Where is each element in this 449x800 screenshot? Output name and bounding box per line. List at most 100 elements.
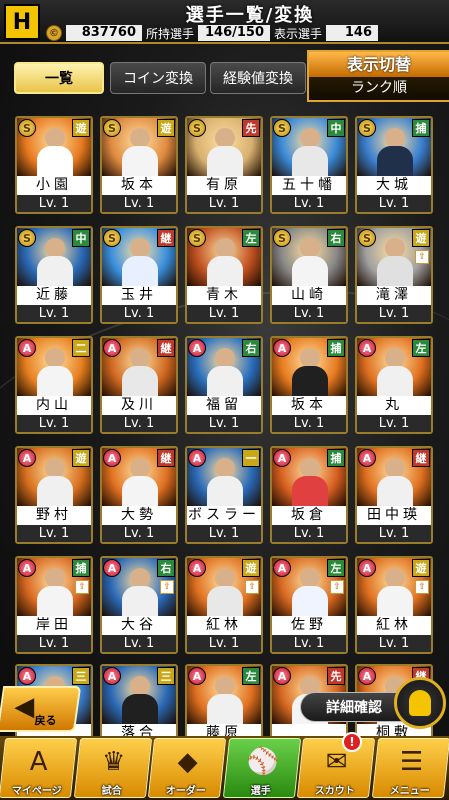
player-card[interactable]: S 先有原 Lv. 1 <box>185 116 263 214</box>
player-name: 紅林 <box>357 616 431 635</box>
player-card[interactable]: S 中近藤 Lv. 1 <box>15 226 93 324</box>
detail-check-label[interactable]: 詳細確認 <box>300 692 408 722</box>
rank-badge: A <box>273 559 291 577</box>
position-badge: 遊 <box>412 559 430 577</box>
player-name: 坂本 <box>272 396 346 415</box>
player-name: 小園 <box>17 176 91 195</box>
player-card[interactable]: S 右山崎 Lv. 1 <box>270 226 348 324</box>
player-level: Lv. 1 <box>272 195 346 212</box>
tab-list[interactable]: 一覧 <box>14 62 104 94</box>
player-level: Lv. 1 <box>17 195 91 212</box>
player-card[interactable]: A 遊 ⇧ 紅林 Lv. 1 <box>185 556 263 654</box>
player-card[interactable]: S 遊小園 Lv. 1 <box>15 116 93 214</box>
player-name: 丸 <box>357 396 431 415</box>
position-badge: 捕 <box>327 339 345 357</box>
player-name: 佐野 <box>272 616 346 635</box>
position-badge: 遊 <box>72 449 90 467</box>
player-level: Lv. 1 <box>272 415 346 432</box>
position-badge: 左 <box>412 339 430 357</box>
rank-badge: S <box>18 229 36 247</box>
detail-check-button[interactable] <box>394 677 446 729</box>
nav-label: マイページ <box>11 786 62 797</box>
player-name: 田中瑛 <box>357 506 431 525</box>
nav-field[interactable]: ◆ オーダー <box>147 738 227 798</box>
player-card[interactable]: A 二内山 Lv. 1 <box>15 336 93 434</box>
player-card[interactable]: A 捕坂本 Lv. 1 <box>270 336 348 434</box>
position-badge: 中 <box>72 229 90 247</box>
upgrade-icon: ⇧ <box>330 580 344 594</box>
player-name: 及川 <box>102 396 176 415</box>
nav-player[interactable]: ⚾ 選手 <box>222 738 301 798</box>
player-level: Lv. 1 <box>17 415 91 432</box>
player-name: 大勢 <box>102 506 176 525</box>
player-card[interactable]: S 左青木 Lv. 1 <box>185 226 263 324</box>
tab-coin-convert[interactable]: コイン変換 <box>110 62 206 94</box>
player-card[interactable]: A 捕 ⇧ 岸田 Lv. 1 <box>15 556 93 654</box>
owned-value: 146/150 <box>198 25 271 41</box>
position-badge: 三 <box>157 667 175 685</box>
nav-label: 試合 <box>101 786 122 797</box>
player-card[interactable]: A 遊野村 Lv. 1 <box>15 446 93 544</box>
player-name: 滝澤 <box>357 286 431 305</box>
rank-badge: S <box>273 229 291 247</box>
player-card[interactable]: A 継大勢 Lv. 1 <box>100 446 178 544</box>
player-card[interactable]: S 継玉井 Lv. 1 <box>100 226 178 324</box>
rank-badge: A <box>18 667 36 685</box>
nav-menu[interactable]: ☰ メニュー <box>371 738 449 798</box>
player-card[interactable]: S 遊坂本 Lv. 1 <box>100 116 178 214</box>
player-card[interactable]: A 遊 ⇧ 紅林 Lv. 1 <box>355 556 433 654</box>
player-name: 坂本 <box>102 176 176 195</box>
rank-badge: A <box>188 449 206 467</box>
nav-label: オーダー <box>165 786 206 797</box>
position-badge: 遊 <box>72 119 90 137</box>
menu-icon: ☰ <box>399 747 423 777</box>
player-card[interactable]: S 捕大城 Lv. 1 <box>355 116 433 214</box>
player-card[interactable]: S 中五十幡 Lv. 1 <box>270 116 348 214</box>
nav-trophy[interactable]: ♛ 試合 <box>73 738 152 798</box>
player-level: Lv. 1 <box>187 195 261 212</box>
nav-scout[interactable]: ✉ スカウト <box>296 738 376 798</box>
player-card[interactable]: A 捕坂倉 Lv. 1 <box>270 446 348 544</box>
player-card[interactable]: A 右福留 Lv. 1 <box>185 336 263 434</box>
player-name: 紅林 <box>187 616 261 635</box>
player-level: Lv. 1 <box>102 525 176 542</box>
player-level: Lv. 1 <box>357 195 431 212</box>
rank-badge: A <box>188 559 206 577</box>
rank-badge: S <box>273 119 291 137</box>
rank-badge: A <box>273 667 291 685</box>
player-name: 内山 <box>17 396 91 415</box>
person-icon <box>409 690 431 716</box>
player-level: Lv. 1 <box>102 195 176 212</box>
player-card[interactable]: A 継及川 Lv. 1 <box>100 336 178 434</box>
position-badge: 三 <box>72 667 90 685</box>
back-button[interactable]: ◀ 戻る <box>0 686 82 732</box>
rank-badge: A <box>103 559 121 577</box>
sort-order-label: ランク順 <box>351 80 407 96</box>
tab-exp-convert[interactable]: 経験値変換 <box>210 62 306 94</box>
rank-badge: S <box>188 229 206 247</box>
player-level: Lv. 1 <box>187 635 261 652</box>
player-level: Lv. 1 <box>357 305 431 322</box>
player-name: 福留 <box>187 396 261 415</box>
player-card[interactable]: A 継田中瑛 Lv. 1 <box>355 446 433 544</box>
stats-bar: © 837760 所持選手 146/150 表示選手 146 <box>46 24 379 42</box>
player-card[interactable]: A 左 ⇧ 佐野 Lv. 1 <box>270 556 348 654</box>
rank-badge: A <box>358 449 376 467</box>
player-card[interactable]: A 一ボスラー Lv. 1 <box>185 446 263 544</box>
rank-badge: S <box>103 119 121 137</box>
player-level: Lv. 1 <box>102 635 176 652</box>
upgrade-icon: ⇧ <box>75 580 89 594</box>
nav-home[interactable]: A マイページ <box>0 738 78 798</box>
position-badge: 捕 <box>327 449 345 467</box>
player-card[interactable]: S 遊 ⇧ 滝澤 Lv. 1 <box>355 226 433 324</box>
player-name: 大谷 <box>102 616 176 635</box>
player-icon: ⚾ <box>245 747 279 777</box>
rank-badge: A <box>18 559 36 577</box>
display-switch-button[interactable]: 表示切替 ランク順 <box>307 50 449 102</box>
position-badge: 遊 <box>242 559 260 577</box>
position-badge: 捕 <box>72 559 90 577</box>
player-card[interactable]: A 左丸 Lv. 1 <box>355 336 433 434</box>
player-card[interactable]: A 右 ⇧ 大谷 Lv. 1 <box>100 556 178 654</box>
rank-badge: S <box>358 119 376 137</box>
player-level: Lv. 1 <box>272 305 346 322</box>
